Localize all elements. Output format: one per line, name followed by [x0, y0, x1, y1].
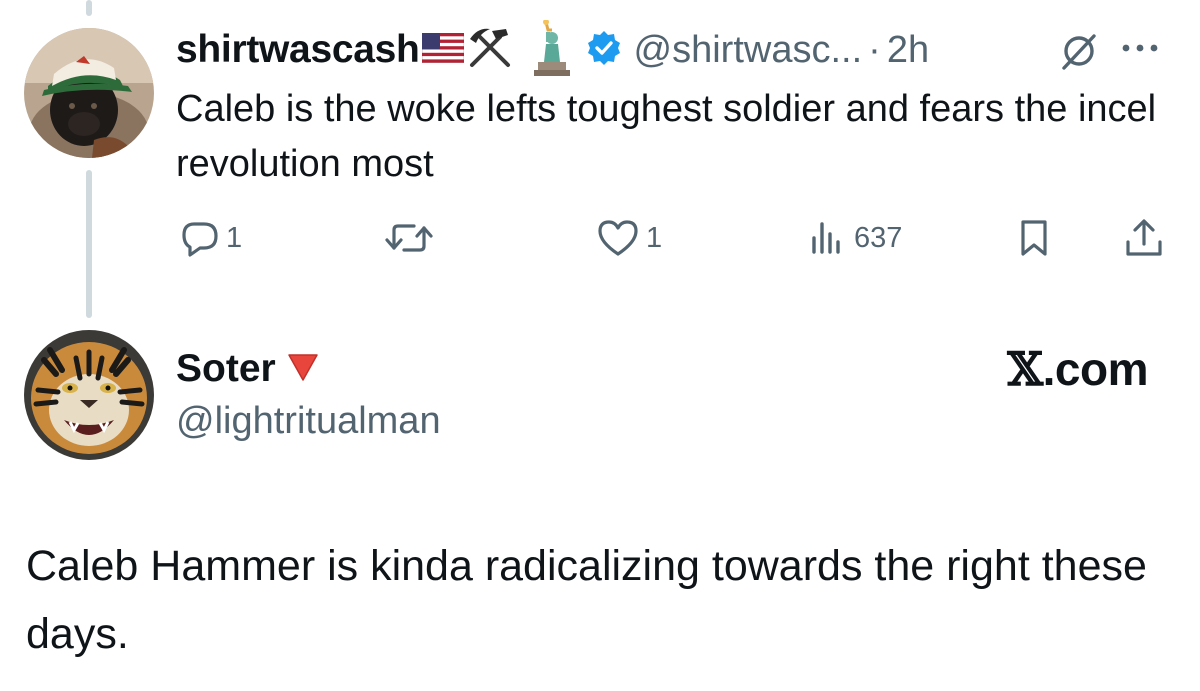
quoted-post-text: Caleb Hammer is kinda radicalizing towar… [26, 542, 1147, 658]
avatar[interactable] [24, 28, 154, 158]
like-count: 1 [646, 221, 663, 254]
hammer-and-pick-icon [466, 25, 514, 76]
verified-badge-icon [586, 30, 622, 71]
grok-icon[interactable] [1058, 30, 1100, 77]
tiger-avatar-image [24, 330, 154, 460]
separator-dot: · [868, 28, 881, 71]
reply-icon [182, 222, 218, 257]
quoted-display-name[interactable]: Soter [176, 347, 276, 391]
red-triangle-down-icon [286, 352, 320, 387]
share-button[interactable] [1124, 216, 1164, 260]
us-flag-icon [421, 32, 464, 68]
thread-line-top [86, 0, 92, 16]
dog-avatar-image [24, 28, 154, 158]
x-logo-glyph: 𝕏 [1007, 342, 1043, 396]
x-com-watermark: 𝕏.com [1007, 342, 1148, 396]
more-options-icon[interactable] [1120, 38, 1160, 63]
heart-icon [598, 220, 638, 256]
x-com-suffix: .com [1042, 343, 1149, 395]
view-count: 637 [854, 221, 903, 254]
analytics-icon [812, 222, 840, 254]
share-icon [1126, 219, 1162, 256]
bookmark-button[interactable] [1016, 216, 1052, 260]
statue-of-liberty-icon [528, 18, 572, 81]
repost-icon [385, 224, 433, 252]
quoted-author-row: Soter [176, 344, 320, 394]
like-button[interactable]: 1 [596, 216, 662, 260]
reply-button[interactable]: 1 [180, 216, 242, 260]
avatar[interactable] [24, 330, 154, 460]
quoted-handle[interactable]: @lightritualman [176, 400, 441, 443]
thread-line [86, 170, 92, 318]
timestamp[interactable]: 2h [887, 29, 929, 72]
views-button[interactable]: 637 [808, 216, 902, 260]
display-name[interactable]: shirtwascash [176, 28, 420, 72]
tweet-text: Caleb is the woke lefts toughest soldier… [176, 88, 1157, 185]
reply-count: 1 [226, 221, 243, 254]
tweet-header: shirtwascash @shirtwasc... · 2h [176, 18, 929, 76]
repost-button[interactable] [384, 216, 440, 260]
handle[interactable]: @shirtwasc... [634, 29, 863, 72]
bookmark-icon [1021, 220, 1047, 256]
